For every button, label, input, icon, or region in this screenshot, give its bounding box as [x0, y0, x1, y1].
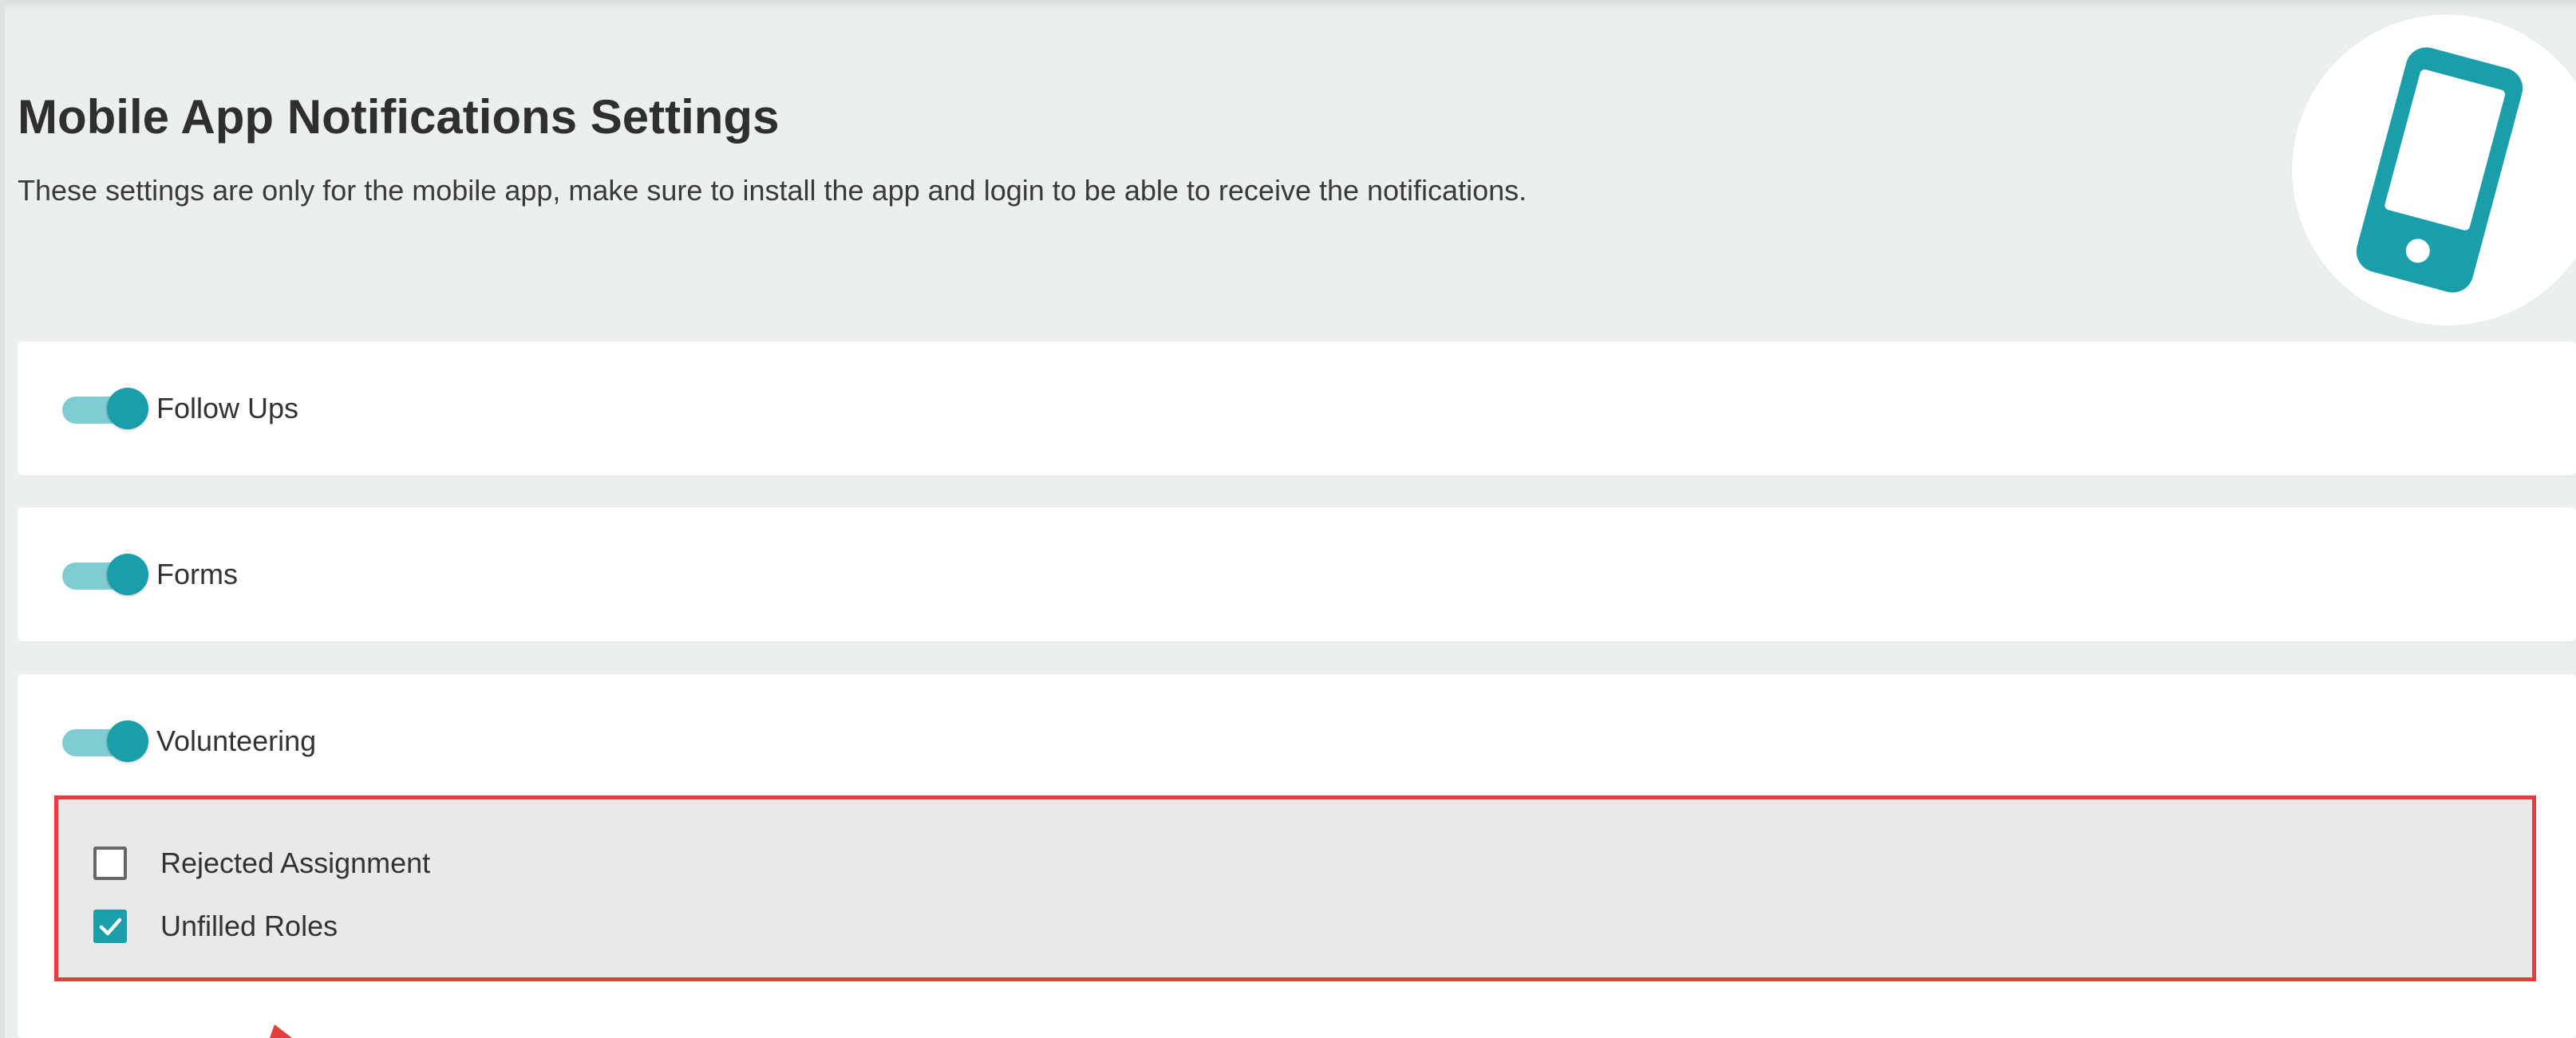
phone-illustration	[2292, 14, 2576, 326]
rejected-assignment-checkbox[interactable]	[93, 847, 127, 880]
forms-toggle[interactable]	[59, 549, 148, 600]
toggle-knob	[107, 720, 148, 762]
page-title: Mobile App Notifications Settings	[18, 90, 780, 144]
forms-label: Forms	[156, 558, 238, 590]
toggle-knob	[107, 554, 148, 595]
unfilled-roles-checkbox[interactable]	[93, 910, 127, 943]
page-subtitle: These settings are only for the mobile a…	[18, 174, 1527, 207]
setting-row-volunteering: Volunteering	[59, 716, 316, 767]
volunteering-toggle[interactable]	[59, 716, 148, 767]
rejected-assignment-label: Rejected Assignment	[160, 847, 431, 879]
unfilled-roles-label: Unfilled Roles	[160, 910, 338, 942]
option-rejected-assignment[interactable]: Rejected Assignment	[93, 843, 430, 883]
setting-row-follow-ups: Follow Ups	[59, 383, 298, 434]
arrow-pointer-icon	[270, 1024, 292, 1038]
mobile-phone-icon	[2356, 47, 2523, 293]
setting-card-forms: Forms	[18, 507, 2576, 641]
left-edge-border	[0, 0, 5, 1038]
setting-card-follow-ups: Follow Ups	[18, 341, 2576, 476]
volunteering-sub-options: Rejected Assignment Unfilled Roles	[54, 795, 2536, 981]
option-unfilled-roles[interactable]: Unfilled Roles	[93, 906, 338, 946]
toggle-knob	[107, 388, 148, 429]
setting-row-forms: Forms	[59, 549, 238, 600]
volunteering-label: Volunteering	[156, 724, 317, 757]
checkmark-icon	[99, 918, 122, 936]
top-edge-shadow	[0, 0, 2576, 11]
setting-card-volunteering: Volunteering Rejected Assignment Unfille…	[18, 674, 2576, 1038]
follow-ups-toggle[interactable]	[59, 383, 148, 434]
follow-ups-label: Follow Ups	[156, 392, 299, 424]
